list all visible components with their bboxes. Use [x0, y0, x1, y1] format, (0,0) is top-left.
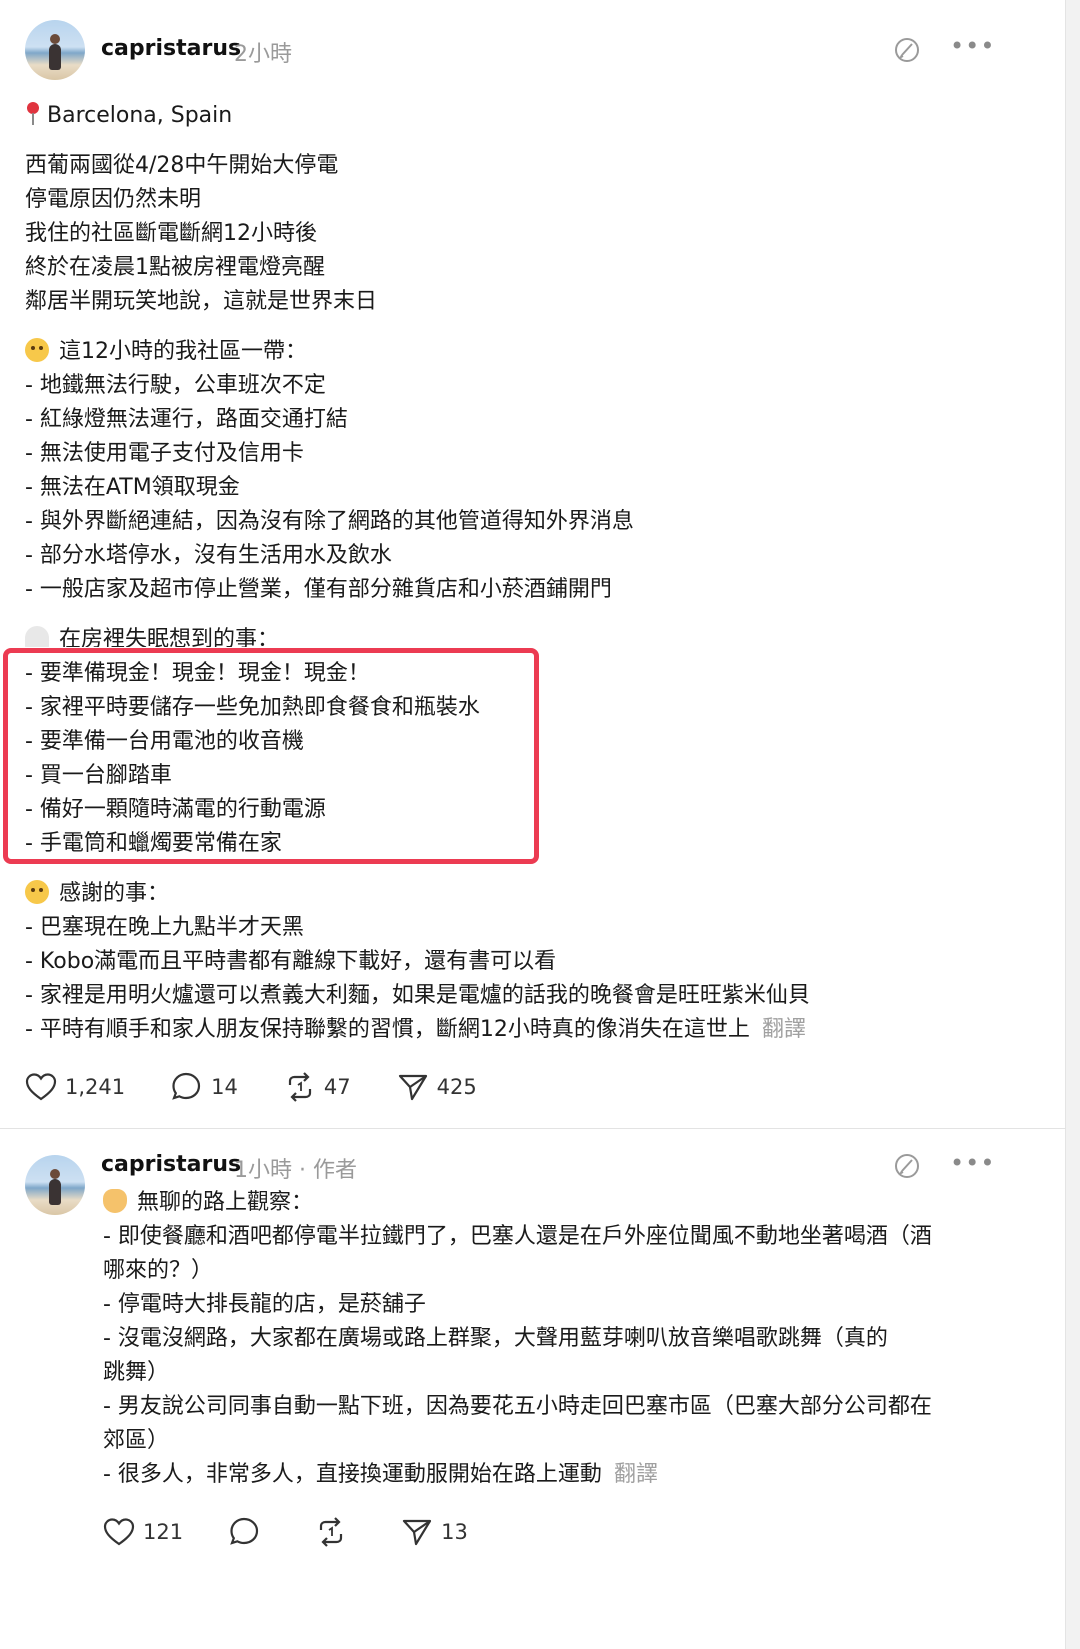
avatar[interactable]: [25, 1155, 85, 1215]
list-item: - 一般店家及超市停止營業，僅有部分雜貨店和小菸酒鋪開門: [25, 577, 612, 602]
list-item: - 無法在ATM領取現金: [25, 475, 240, 500]
post-time-author: 1小時 · 作者: [234, 1152, 357, 1184]
author-tag: · 作者: [299, 1158, 357, 1183]
reply-title: 無聊的路上觀察：: [103, 1186, 313, 1220]
list-item-text: - 平時有順手和家人朋友保持聯繫的習慣，斷網12小時真的像消失在這世上: [25, 1017, 750, 1042]
like-button[interactable]: 121: [103, 1517, 183, 1547]
list-item: - 手電筒和蠟燭要常備在家: [25, 831, 282, 856]
intro-line: 西葡兩國從4/28中午開始大停電: [25, 153, 339, 178]
intro-line: 鄰居半開玩笑地說，這就是世界末日: [25, 289, 378, 314]
post-actions: 1,241 14 47 425: [25, 1072, 523, 1102]
reply-button[interactable]: [229, 1517, 269, 1547]
repost-button[interactable]: 47: [284, 1072, 351, 1102]
avatar[interactable]: [25, 20, 85, 80]
list-item: - Kobo滿電而且平時書都有離線下載好，還有書可以看: [25, 949, 557, 974]
sad-face-icon: [25, 338, 49, 362]
repost-count: 47: [323, 1075, 351, 1099]
edit-circle-icon[interactable]: [892, 1151, 922, 1181]
like-count: 121: [143, 1520, 184, 1544]
send-icon: [398, 1074, 427, 1101]
repost-button[interactable]: [315, 1517, 355, 1547]
list-item-last: - 平時有順手和家人朋友保持聯繫的習慣，斷網12小時真的像消失在這世上 翻譯: [25, 1013, 806, 1047]
list-item: - 無法使用電子支付及信用卡: [25, 441, 304, 466]
share-button[interactable]: 425: [397, 1072, 477, 1102]
more-horizontal-icon[interactable]: •••: [950, 1149, 995, 1177]
more-horizontal-icon[interactable]: •••: [950, 32, 995, 60]
post-username[interactable]: capristarus: [101, 36, 241, 61]
location-line: Barcelona, Spain: [25, 99, 232, 133]
list-item: - 家裡是用明火爐還可以煮義大利麵，如果是電爐的話我的晚餐會是旺旺紫米仙貝: [25, 983, 810, 1008]
reply-line-last: - 很多人，非常多人，直接換運動服開始在路上運動 翻譯: [103, 1458, 658, 1492]
pin-icon: [25, 102, 41, 126]
translate-link[interactable]: 翻譯: [762, 1017, 806, 1042]
list-item: - 紅綠燈無法運行，路面交通打結: [25, 407, 348, 432]
post-actions: 121 13: [103, 1517, 514, 1547]
reply-line: 跳舞）: [103, 1360, 170, 1385]
send-icon: [402, 1519, 432, 1546]
comment-icon: [230, 1517, 259, 1545]
pleading-face-icon: [25, 880, 49, 904]
reply-line: - 男友說公司同事自動一點下班，因為要花五小時走回巴塞市區（巴塞大部分公司都在: [103, 1394, 932, 1419]
list-item: - 家裡平時要儲存一些免加熱即食餐食和瓶裝水: [25, 695, 480, 720]
section1-title-text: 這12小時的我社區一帶：: [59, 339, 307, 364]
reply-line: - 沒電沒網路，大家都在廣場或路上群聚，大聲用藍芽喇叭放音樂唱歌跳舞（真的: [103, 1326, 888, 1351]
reply-button[interactable]: 14: [171, 1072, 238, 1102]
reply-count: 14: [211, 1075, 238, 1099]
reply-line: - 停電時大排長龍的店，是菸舖子: [103, 1292, 426, 1317]
list-item: - 要準備現金！現金！現金！現金！: [25, 661, 370, 686]
section3-title: 感謝的事：: [25, 877, 169, 911]
reply-title-text: 無聊的路上觀察：: [137, 1190, 314, 1215]
location-text: Barcelona, Spain: [47, 103, 233, 128]
share-count: 425: [436, 1075, 477, 1099]
repost-icon: [319, 1517, 343, 1547]
list-item: - 地鐵無法行駛，公車班次不定: [25, 373, 326, 398]
ghost-icon: [25, 626, 49, 647]
translate-link[interactable]: 翻譯: [614, 1462, 658, 1487]
list-item: - 巴塞現在晚上九點半才天黑: [25, 915, 304, 940]
scrollbar-track[interactable]: [1065, 0, 1080, 1649]
list-item: - 備好一顆隨時滿電的行動電源: [25, 797, 326, 822]
heart-icon: [103, 1518, 135, 1546]
intro-line: 停電原因仍然未明: [25, 187, 202, 212]
section2-title-text: 在房裡失眠想到的事：: [59, 627, 280, 647]
like-count: 1,241: [65, 1075, 126, 1099]
reply-line-text: - 很多人，非常多人，直接換運動服開始在路上運動: [103, 1462, 602, 1487]
reply-line: 哪來的？）: [103, 1258, 214, 1283]
intro-line: 終於在凌晨1點被房裡電燈亮醒: [25, 255, 325, 280]
like-button[interactable]: 1,241: [25, 1072, 125, 1102]
ok-hand-icon: [103, 1189, 127, 1213]
section1-title: 這12小時的我社區一帶：: [25, 335, 307, 369]
list-item: - 部分水塔停水，沒有生活用水及飲水: [25, 543, 392, 568]
post-time: 1小時: [234, 1158, 292, 1183]
list-item: - 買一台腳踏車: [25, 763, 172, 788]
post-2: capristarus 1小時 · 作者 ••• 無聊的路上觀察： - 即使餐廳…: [0, 1129, 1066, 1649]
share-count: 13: [441, 1520, 468, 1544]
edit-circle-icon[interactable]: [892, 35, 922, 65]
intro-line: 我住的社區斷電斷網12小時後: [25, 221, 317, 246]
reply-line: 郊區）: [103, 1428, 170, 1453]
post-username[interactable]: capristarus: [101, 1152, 241, 1177]
section3-title-text: 感謝的事：: [59, 881, 170, 906]
post-1: capristarus 2小時 ••• Barcelona, Spain 西葡兩…: [0, 0, 1066, 1128]
list-item: - 要準備一台用電池的收音機: [25, 729, 304, 754]
heart-icon: [25, 1073, 57, 1101]
post-time: 2小時: [234, 42, 292, 67]
share-button[interactable]: 13: [401, 1517, 468, 1547]
list-item: - 與外界斷絕連結，因為沒有除了網路的其他管道得知外界消息: [25, 509, 634, 534]
section2-title: 在房裡失眠想到的事：: [25, 623, 279, 647]
reply-line: - 即使餐廳和酒吧都停電半拉鐵門了，巴塞人還是在戶外座位聞風不動地坐著喝酒（酒: [103, 1224, 932, 1249]
comment-icon: [172, 1072, 201, 1100]
repost-icon: [288, 1072, 311, 1102]
